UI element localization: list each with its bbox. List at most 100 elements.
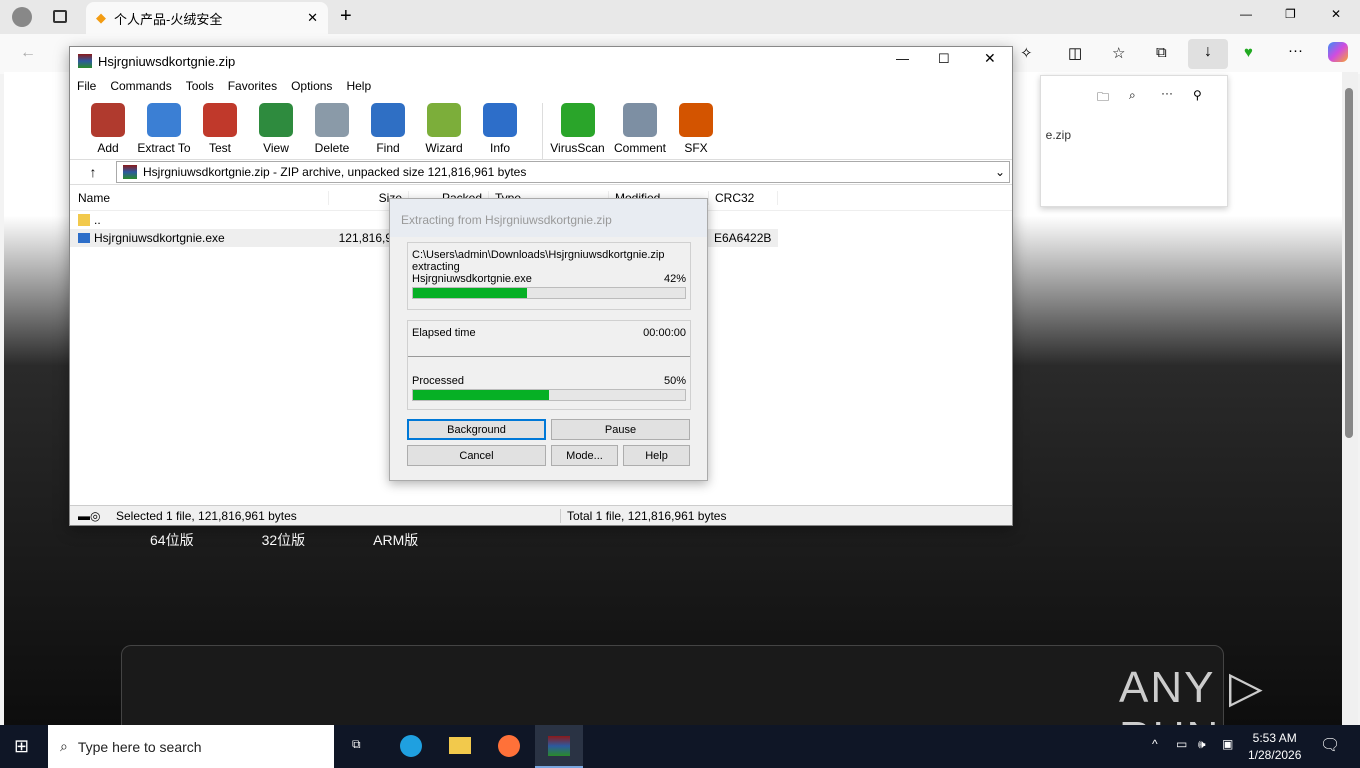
- toolbar-test-button[interactable]: Test: [192, 103, 248, 159]
- huorong-favicon-icon: ◆: [96, 10, 106, 25]
- toolbar-label: Add: [97, 141, 119, 155]
- pin-icon[interactable]: ⚲: [1193, 88, 1202, 102]
- browser-essentials-icon[interactable]: ♥: [1244, 44, 1253, 61]
- toolbar-wizard-button[interactable]: Wizard: [416, 103, 472, 159]
- col-crc32[interactable]: CRC32: [708, 190, 778, 205]
- more-icon[interactable]: ···: [1161, 86, 1173, 100]
- toolbar-info-button[interactable]: Info: [472, 103, 528, 159]
- browser-tab[interactable]: ◆ 个人产品-火绒安全 ✕: [86, 2, 328, 34]
- menu-options[interactable]: Options: [291, 79, 332, 93]
- version-32[interactable]: 32位版: [232, 530, 306, 550]
- help-button[interactable]: Help: [623, 445, 690, 466]
- close-tab-icon[interactable]: ✕: [307, 10, 318, 26]
- file-explorer-icon[interactable]: [449, 737, 471, 754]
- meet-icon[interactable]: ▭: [1176, 737, 1187, 751]
- copilot-icon[interactable]: [1328, 42, 1348, 62]
- open-folder-icon[interactable]: 🗀: [1097, 88, 1109, 109]
- mode-button[interactable]: Mode...: [551, 445, 618, 466]
- notifications-icon[interactable]: 🗨: [1320, 735, 1340, 755]
- new-tab-icon[interactable]: +: [340, 5, 352, 28]
- clock[interactable]: 5:53 AM 1/28/2026: [1248, 730, 1301, 764]
- menu-help[interactable]: Help: [346, 79, 371, 93]
- chevron-down-icon[interactable]: ⌄: [995, 165, 1009, 179]
- status-right: Total 1 file, 121,816,961 bytes: [560, 508, 726, 523]
- find-icon: [371, 103, 405, 137]
- minimize-icon[interactable]: —: [1240, 7, 1252, 21]
- volume-icon[interactable]: 🕪: [1198, 737, 1206, 752]
- page-scrollbar[interactable]: [1342, 72, 1358, 725]
- menu-tools[interactable]: Tools: [186, 79, 214, 93]
- toolbar-find-button[interactable]: Find: [360, 103, 416, 159]
- time: 5:53 AM: [1252, 731, 1297, 745]
- menu-favorites[interactable]: Favorites: [228, 79, 277, 93]
- status-left: Selected 1 file, 121,816,961 bytes: [116, 508, 297, 523]
- status-bar: ▬◎ Selected 1 file, 121,816,961 bytes To…: [70, 505, 1012, 525]
- browser-tab-bar: ◆ 个人产品-火绒安全 ✕ + — ❐ ✕: [0, 0, 1360, 34]
- menu-file[interactable]: File: [77, 79, 96, 93]
- search-icon[interactable]: ⌕: [1129, 88, 1136, 103]
- up-folder-icon[interactable]: ↑: [70, 164, 116, 180]
- pause-button[interactable]: Pause: [551, 419, 690, 440]
- more-icon[interactable]: ···: [1288, 42, 1303, 59]
- toolbar-label: Wizard: [425, 141, 463, 155]
- toolbar-sfx-button[interactable]: SFX: [668, 103, 724, 159]
- collections-icon[interactable]: ⧉: [1156, 44, 1167, 61]
- toolbar-view-button[interactable]: View: [248, 103, 304, 159]
- toolbar-comment-button[interactable]: Comment: [612, 103, 668, 159]
- window-title: Hsjrgniuwsdkortgnie.zip: [98, 53, 236, 69]
- download-item[interactable]: e.zip: [1011, 128, 1071, 142]
- show-hidden-icons[interactable]: ^: [1152, 737, 1158, 751]
- restore-icon[interactable]: ❐: [1285, 7, 1296, 21]
- delete-icon: [315, 103, 349, 137]
- split-screen-icon[interactable]: ◫: [1068, 44, 1082, 62]
- winrar-taskbar-button[interactable]: [535, 725, 583, 768]
- version-64[interactable]: 64位版: [120, 530, 194, 550]
- minimize-button[interactable]: —: [896, 51, 909, 66]
- search-box[interactable]: ⌕ Type here to search: [48, 725, 334, 768]
- toolbar-delete-button[interactable]: Delete: [304, 103, 360, 159]
- row-name: ..: [94, 213, 101, 227]
- toolbar-extract-to-button[interactable]: Extract To: [136, 103, 192, 159]
- info-icon: [483, 103, 517, 137]
- file-progress-group: C:\Users\admin\Downloads\Hsjrgniuwsdkort…: [407, 242, 691, 310]
- close-icon[interactable]: ✕: [1331, 7, 1341, 21]
- cancel-button[interactable]: Cancel: [407, 445, 546, 466]
- archive-icon: [123, 165, 137, 179]
- extract-dialog: Extracting from Hsjrgniuwsdkortgnie.zip …: [389, 198, 708, 481]
- taskbar: ⊞ ⌕ Type here to search ⧉ ^ ▭ 🕪 ▣ 5:53 A…: [0, 725, 1360, 768]
- current-file: Hsjrgniuwsdkortgnie.exe: [412, 273, 532, 285]
- toolbar-add-button[interactable]: Add: [80, 103, 136, 159]
- drive-icon[interactable]: ▬◎: [70, 509, 110, 523]
- toolbar-label: Delete: [314, 141, 350, 155]
- toolbar-label: Test: [208, 141, 231, 155]
- close-button[interactable]: ✕: [984, 50, 996, 67]
- favorites-icon[interactable]: ☆: [1112, 44, 1125, 62]
- menu-commands[interactable]: Commands: [110, 79, 171, 93]
- toolbar-virusscan-button[interactable]: VirusScan: [542, 103, 612, 159]
- row-name: Hsjrgniuwsdkortgnie.exe: [94, 231, 225, 245]
- tab-actions-icon[interactable]: [53, 10, 67, 23]
- toolbar-label: Info: [489, 141, 510, 155]
- back-icon[interactable]: ←: [20, 44, 36, 62]
- menu-bar: File Commands Tools Favorites Options He…: [70, 75, 1012, 97]
- file-progress-bar: [412, 287, 686, 299]
- toolbar: Add Extract To Test View Delete Find Wizard Inf…: [70, 97, 1012, 159]
- extensions-icon[interactable]: ✧: [1020, 44, 1033, 62]
- background-button[interactable]: Background: [407, 419, 546, 440]
- profile-avatar[interactable]: [12, 7, 32, 27]
- firefox-icon[interactable]: [498, 735, 520, 757]
- network-icon[interactable]: ▣: [1222, 737, 1233, 751]
- version-arm[interactable]: ARM版: [343, 530, 418, 550]
- comment-icon: [623, 103, 657, 137]
- col-name[interactable]: Name: [70, 191, 328, 205]
- path-field[interactable]: Hsjrgniuwsdkortgnie.zip - ZIP archive, u…: [116, 161, 1010, 183]
- edge-icon[interactable]: [400, 735, 422, 757]
- downloads-icon[interactable]: ↓: [1188, 39, 1228, 69]
- dialog-title: Extracting from Hsjrgniuwsdkortgnie.zip: [390, 199, 707, 237]
- task-view-icon[interactable]: ⧉: [352, 737, 361, 752]
- date: 1/28/2026: [1248, 748, 1302, 762]
- extract-to-icon: [147, 103, 181, 137]
- start-icon[interactable]: ⊞: [14, 736, 29, 757]
- maximize-button[interactable]: ☐: [938, 51, 950, 67]
- product-panel: [121, 645, 1224, 735]
